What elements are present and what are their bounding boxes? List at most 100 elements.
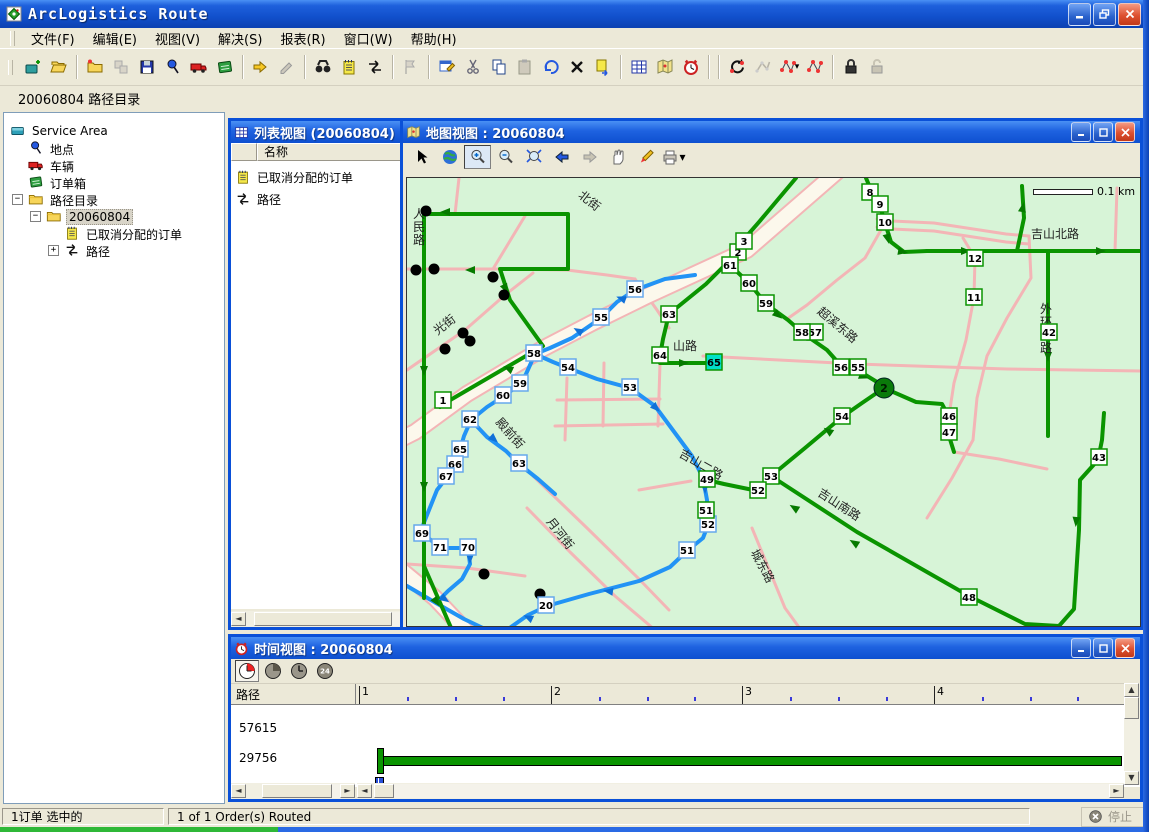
time-line-hscrollbar[interactable]: ◄ ► <box>357 783 1124 799</box>
time-column-header[interactable]: 路径 <box>236 686 260 703</box>
tree-expander[interactable]: − <box>12 194 23 205</box>
map-stop-marker[interactable]: 69 <box>414 525 430 541</box>
tool-delete[interactable] <box>564 54 590 80</box>
scroll-up-icon[interactable]: ▲ <box>1124 683 1139 697</box>
tool-find[interactable] <box>310 54 336 80</box>
timetool-clock-plain[interactable] <box>287 660 311 682</box>
map-stop-marker[interactable]: 9 <box>872 196 888 212</box>
unassigned-stop-dot[interactable] <box>488 272 499 283</box>
tool-flag-gray[interactable] <box>398 54 424 80</box>
app-title-bar[interactable]: ArcLogistics Route <box>0 0 1149 28</box>
map-stop-marker[interactable]: 62 <box>462 411 478 427</box>
map-stop-marker[interactable]: 49 <box>699 471 715 487</box>
map-stop-marker[interactable]: 11 <box>966 289 982 305</box>
map-stop-marker[interactable]: 60 <box>495 387 511 403</box>
route-row-label[interactable]: 57615 <box>239 721 277 735</box>
tool-edit-gray[interactable] <box>274 54 300 80</box>
maptool-zoom-sel[interactable] <box>520 145 547 169</box>
tree-item[interactable]: 车辆 <box>4 157 224 174</box>
time-minimize-button[interactable] <box>1071 638 1091 658</box>
map-maximize-button[interactable] <box>1093 122 1113 142</box>
map-stop-marker[interactable]: 1 <box>435 392 451 408</box>
map-stop-marker[interactable]: 48 <box>961 589 977 605</box>
map-stop-marker[interactable]: 67 <box>438 468 454 484</box>
map-close-button[interactable] <box>1115 122 1135 142</box>
tool-assign[interactable] <box>248 54 274 80</box>
map-stop-marker[interactable]: 3 <box>736 233 752 249</box>
list-item[interactable]: 路径 <box>235 189 281 209</box>
list-scroll-thumb[interactable] <box>254 612 392 626</box>
timetool-clock-red[interactable] <box>235 660 259 682</box>
tree-item[interactable]: −路径目录 <box>4 191 224 208</box>
menu-item[interactable]: 报表(R) <box>271 27 334 50</box>
map-stop-marker[interactable]: 42 <box>1041 324 1057 340</box>
map-stop-marker[interactable]: 58 <box>526 345 542 361</box>
map-stop-marker[interactable]: 55 <box>593 309 609 325</box>
time-vscrollbar[interactable]: ▲ ▼ <box>1124 683 1140 785</box>
scroll-left-icon[interactable]: ◄ <box>357 784 372 798</box>
tree-item[interactable]: 地点 <box>4 140 224 157</box>
menu-item[interactable]: 编辑(E) <box>84 27 146 50</box>
map-minimize-button[interactable] <box>1071 122 1091 142</box>
tree-expander[interactable]: − <box>30 211 41 222</box>
toolbar-grip[interactable] <box>8 60 13 75</box>
tool-copy-special[interactable] <box>590 54 616 80</box>
map-stop-marker[interactable]: 56 <box>627 281 643 297</box>
list-item[interactable]: 已取消分配的订单 <box>235 167 353 187</box>
map-stop-marker[interactable]: 56 <box>833 359 849 375</box>
tool-cut[interactable] <box>460 54 486 80</box>
maptool-arrow-cursor[interactable] <box>408 145 435 169</box>
unassigned-stop-dot[interactable] <box>429 264 440 275</box>
tool-open[interactable] <box>46 54 72 80</box>
tool-table[interactable] <box>626 54 652 80</box>
unassigned-stop-dot[interactable] <box>411 265 422 276</box>
depot-marker[interactable]: 2 <box>874 378 894 398</box>
maptool-print[interactable]: ▾ <box>660 145 687 169</box>
map-view-title-bar[interactable]: 地图视图 : 20060804 <box>403 121 1140 143</box>
map-stop-marker[interactable]: 53 <box>622 379 638 395</box>
restore-button[interactable] <box>1093 3 1116 26</box>
tool-properties[interactable] <box>434 54 460 80</box>
tool-unlock-gray[interactable] <box>864 54 890 80</box>
time-maximize-button[interactable] <box>1093 638 1113 658</box>
time-line-scroll-track[interactable] <box>394 784 1109 798</box>
map-stop-marker[interactable]: 61 <box>722 257 738 273</box>
route-row-label[interactable]: 29756 <box>239 751 277 765</box>
time-column-divider[interactable] <box>355 684 356 704</box>
tool-copy-gray[interactable] <box>108 54 134 80</box>
map-stop-marker[interactable]: 46 <box>941 408 957 424</box>
maptool-arrow-fwd[interactable] <box>576 145 603 169</box>
tool-save[interactable] <box>134 54 160 80</box>
tree-expander[interactable]: + <box>48 245 59 256</box>
close-button[interactable] <box>1118 3 1141 26</box>
maptool-zoom-out[interactable] <box>492 145 519 169</box>
menu-item[interactable]: 文件(F) <box>22 27 84 50</box>
map-stop-marker[interactable]: 65 <box>706 354 722 370</box>
menu-grip[interactable] <box>10 31 15 46</box>
time-name-scroll-track[interactable] <box>332 784 340 798</box>
time-close-button[interactable] <box>1115 638 1135 658</box>
map-stop-marker[interactable]: 58 <box>794 324 810 340</box>
map-stop-marker[interactable]: 47 <box>941 424 957 440</box>
map-stop-marker[interactable]: 65 <box>452 441 468 457</box>
tool-new-route[interactable] <box>20 54 46 80</box>
map-stop-marker[interactable]: 54 <box>560 359 576 375</box>
route-time-bar[interactable] <box>383 756 1122 766</box>
map-stop-marker[interactable]: 71 <box>432 539 448 555</box>
scroll-left-icon[interactable]: ◄ <box>231 612 246 626</box>
tool-undo[interactable] <box>538 54 564 80</box>
map-stop-marker[interactable]: 55 <box>850 359 866 375</box>
minimize-button[interactable] <box>1068 3 1091 26</box>
tool-seq-dd[interactable]: ▾ <box>776 54 802 80</box>
map-stop-marker[interactable]: 59 <box>512 375 528 391</box>
tool-recalc[interactable] <box>724 54 750 80</box>
tool-paste-gray[interactable] <box>512 54 538 80</box>
tree-item[interactable]: Service Area <box>4 123 224 140</box>
map-stop-marker[interactable]: 54 <box>834 408 850 424</box>
scroll-down-icon[interactable]: ▼ <box>1124 771 1139 785</box>
map-stop-marker[interactable]: 59 <box>758 295 774 311</box>
map-stop-marker[interactable]: 10 <box>877 214 893 230</box>
timetool-clock-dark[interactable] <box>261 660 285 682</box>
map-canvas[interactable]: 北街人民路光街吉山北路外环东路超溪东路山路吉山二路吉山南路城东路月河街殿前街56… <box>406 177 1141 627</box>
time-view-title-bar[interactable]: 时间视图 : 20060804 <box>231 637 1140 659</box>
